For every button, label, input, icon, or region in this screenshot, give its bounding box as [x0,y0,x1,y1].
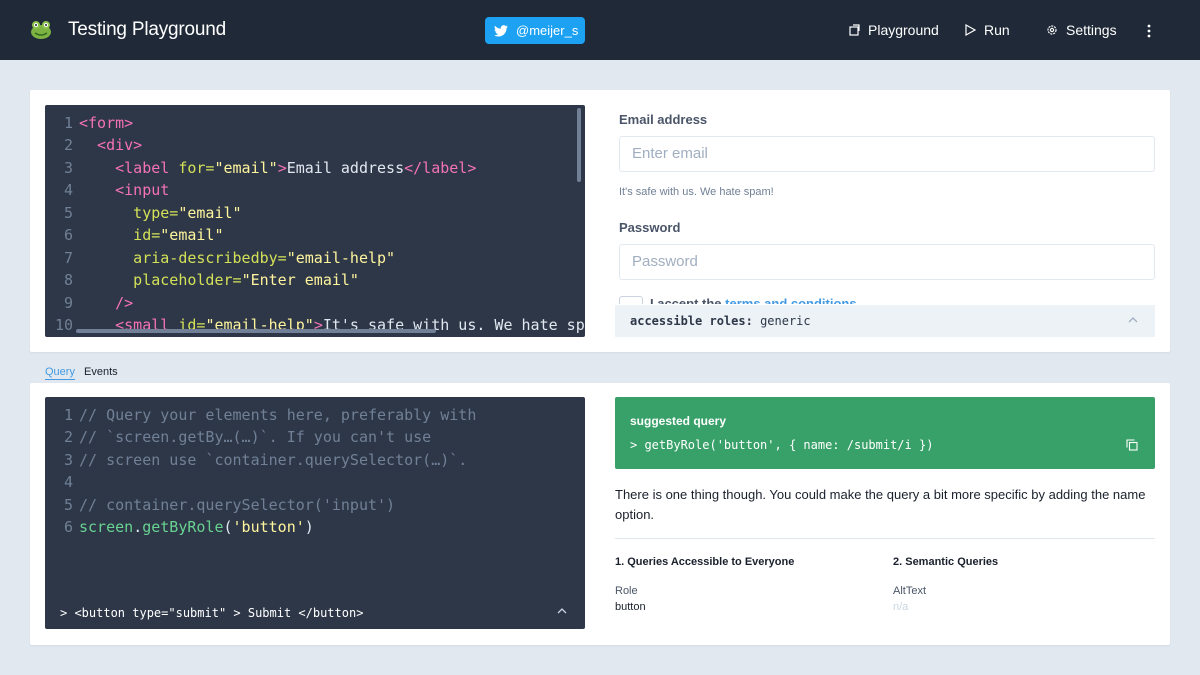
code-line: 8 placeholder="Enter email" [63,271,359,289]
copy-icon[interactable] [1126,439,1138,451]
password-label: Password [619,220,681,235]
frog-logo-icon[interactable] [29,17,53,41]
terms-label: I accept the terms and conditions [650,296,857,304]
gear-icon [1047,25,1057,35]
app-header: Testing Playground @meijer_s Playground … [0,0,1200,60]
suggested-query-box: suggested query > getByRole('button', { … [615,397,1155,469]
suggested-query-title: suggested query [630,414,727,428]
query-type-role-value[interactable]: button [615,601,646,613]
nav-run[interactable]: Run [964,22,1010,38]
suggested-query-code: > getByRole('button', { name: /submit/i … [630,438,934,452]
code-line: 4 <input [63,181,170,199]
code-line: 2// `screen.getBy…(…)`. If you can't use [63,428,432,446]
horizontal-scrollbar[interactable] [76,329,436,333]
twitter-handle: @meijer_s [516,23,579,38]
code-line: 4 [63,473,73,491]
code-line: 2 <div> [63,136,143,154]
playground-icon [849,24,860,36]
roles-value: generic [760,314,811,328]
code-line: 3// screen use `container.querySelector(… [63,451,468,469]
chevron-up-icon[interactable] [1128,317,1138,323]
code-line: 1 <form> [63,114,134,132]
code-line: 9 /> [63,294,134,312]
semantic-queries-heading: 2. Semantic Queries [893,556,999,568]
code-line: 5// container.querySelector('input') [63,496,396,514]
query-type-alttext-value: n/a [893,601,909,613]
twitter-icon [494,24,508,36]
tab-events[interactable]: Events [84,366,118,378]
chevron-up-icon[interactable] [557,608,567,614]
email-help-text: It's safe with us. We hate spam! [619,186,774,198]
nav-settings[interactable]: Settings [1046,22,1117,38]
form-preview: Email address Enter email It's safe with… [619,90,1155,304]
nav-settings-label: Settings [1066,22,1117,38]
more-options-icon[interactable] [1147,24,1151,38]
query-type-role-label: Role [615,585,638,597]
query-result: > <button type="submit" > Submit </butto… [60,606,364,620]
code-line: 5 type="email" [63,204,242,222]
terms-checkbox[interactable] [619,296,643,304]
nav-playground[interactable]: Playground [848,22,939,38]
roles-label: accessible roles: [630,314,753,328]
nav-run-label: Run [984,22,1010,38]
tab-query[interactable]: Query [45,366,75,380]
email-label: Email address [619,112,708,127]
markup-editor[interactable]: 1 <form> 2 <div> 3 <label for="email">Ema… [45,105,585,337]
code-line: 6 screen.getByRole('button') [63,518,314,536]
query-editor[interactable]: 1// Query your elements here, preferably… [45,397,585,629]
queries-accessible-heading: 1. Queries Accessible to Everyone [615,556,795,568]
code-line: 7 aria-describedby="email-help" [63,249,396,267]
terms-link[interactable]: terms and conditions [725,296,856,304]
twitter-button[interactable]: @meijer_s [485,17,585,44]
code-line: 3 <label for="email">Email address</labe… [63,159,477,177]
email-field[interactable]: Enter email [619,136,1155,172]
divider [615,538,1155,539]
query-type-alttext-label: AltText [893,585,927,597]
nav-playground-label: Playground [868,22,939,38]
query-advice: There is one thing though. You could mak… [615,487,1146,522]
app-title[interactable]: Testing Playground [68,19,226,41]
accessible-roles-bar[interactable]: accessible roles: generic [615,305,1155,337]
play-icon [965,24,976,36]
code-line: 1// Query your elements here, preferably… [63,406,477,424]
vertical-scrollbar[interactable] [577,108,581,182]
code-line: 6 id="email" [63,226,224,244]
password-field[interactable]: Password [619,244,1155,280]
